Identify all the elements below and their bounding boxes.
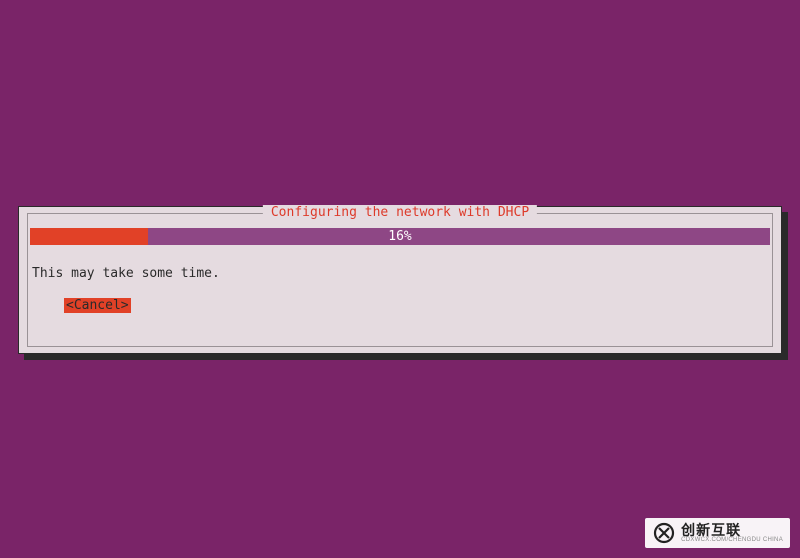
progress-bar: 16%	[30, 228, 770, 245]
progress-percent: 16%	[30, 228, 770, 245]
dialog-title: Configuring the network with DHCP	[263, 205, 537, 220]
dialog-frame: Configuring the network with DHCP 16% Th…	[27, 213, 773, 347]
watermark: 创新互联 CDXWCX.COM/CHENGDU CHINA	[645, 518, 790, 548]
cancel-button[interactable]: <Cancel>	[64, 298, 131, 313]
dialog-container: Configuring the network with DHCP 16% Th…	[18, 206, 782, 354]
watermark-text: 创新互联 CDXWCX.COM/CHENGDU CHINA	[681, 523, 783, 543]
watermark-tagline: CDXWCX.COM/CHENGDU CHINA	[681, 537, 783, 543]
dialog: Configuring the network with DHCP 16% Th…	[18, 206, 782, 354]
status-message: This may take some time.	[32, 266, 220, 281]
watermark-logo-icon	[652, 521, 676, 545]
watermark-brand: 创新互联	[681, 523, 783, 537]
